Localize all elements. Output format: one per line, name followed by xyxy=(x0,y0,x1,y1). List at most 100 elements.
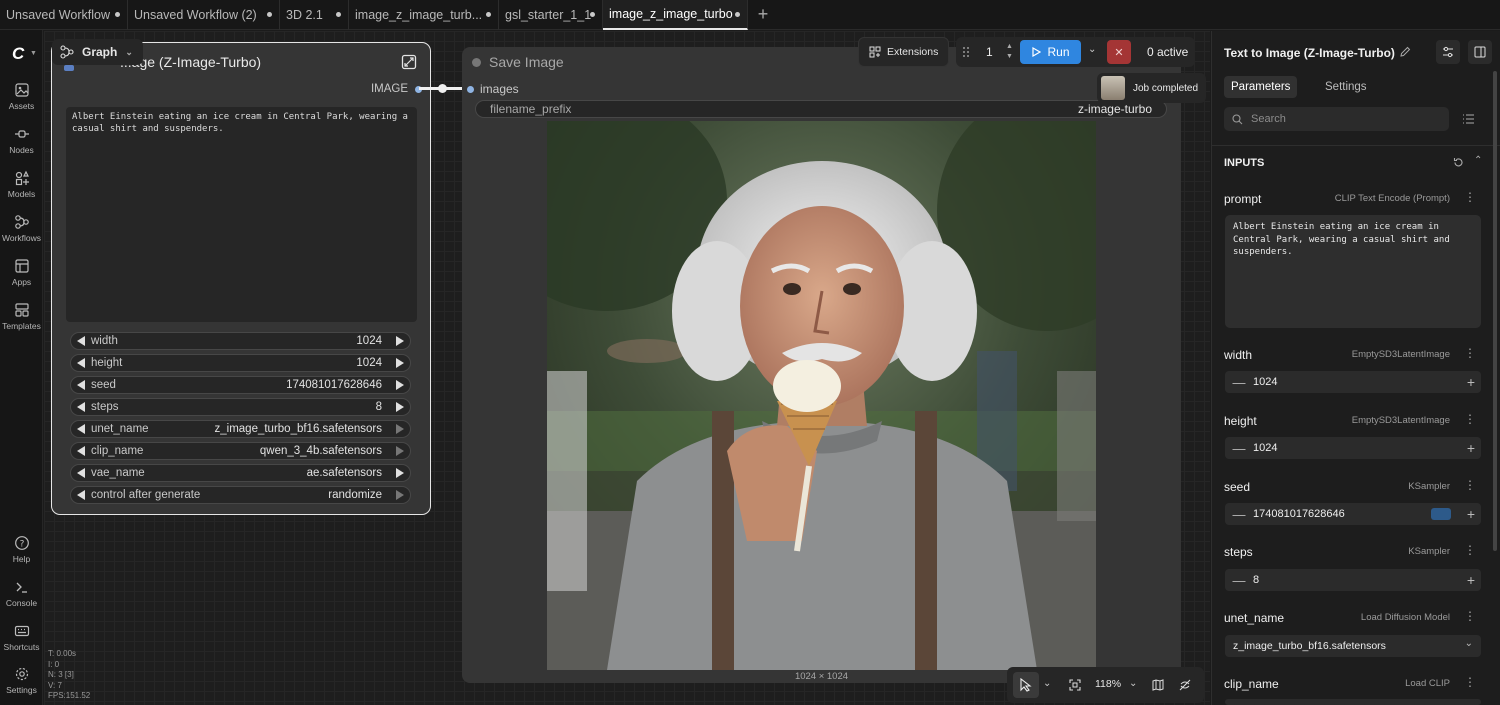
seed-stepper[interactable]: — 174081017628646 + xyxy=(1225,503,1481,525)
increment-arrow-icon[interactable] xyxy=(396,336,404,346)
link-midpoint[interactable] xyxy=(438,84,447,93)
sidebar-item-settings[interactable]: Settings xyxy=(0,666,43,695)
plus-icon[interactable]: + xyxy=(1467,506,1475,522)
steps-stepper[interactable]: — 8 + xyxy=(1225,569,1481,591)
graph-menu-button[interactable]: Graph ⌄ xyxy=(52,39,143,65)
fit-view-icon[interactable] xyxy=(1069,679,1081,691)
drag-handle-icon[interactable] xyxy=(962,46,970,58)
list-filter-icon[interactable] xyxy=(1462,113,1475,125)
height-stepper[interactable]: — 1024 + xyxy=(1225,437,1481,459)
tab-settings[interactable]: Settings xyxy=(1318,76,1374,98)
collapse-dot[interactable] xyxy=(472,58,481,67)
workflow-tab[interactable]: 3D 2.1 xyxy=(280,0,349,30)
minus-icon[interactable]: — xyxy=(1225,573,1253,588)
increment-arrow-icon[interactable] xyxy=(396,402,404,412)
prompt-textarea[interactable]: Albert Einstein eating an ice cream in C… xyxy=(66,107,417,322)
workflow-tab[interactable]: Unsaved Workflow xyxy=(0,0,128,30)
plus-icon[interactable]: + xyxy=(1467,440,1475,456)
workflow-tab[interactable]: Unsaved Workflow (2) xyxy=(128,0,280,30)
seed-widget[interactable]: seed 174081017628646 xyxy=(70,376,411,394)
workflow-tab-active[interactable]: image_z_image_turbo xyxy=(603,0,748,30)
decrement-arrow-icon[interactable] xyxy=(77,358,85,368)
job-completed-toast[interactable]: Job completed xyxy=(1097,73,1207,103)
decrement-arrow-icon[interactable] xyxy=(77,380,85,390)
height-widget[interactable]: height 1024 xyxy=(70,354,411,372)
more-options-icon[interactable]: ⋮ xyxy=(1464,478,1476,492)
save-image-node[interactable]: Save Image images filename_prefix z-imag… xyxy=(462,47,1181,683)
collapse-chevron-icon[interactable]: ⌃ xyxy=(1474,155,1482,166)
previous-arrow-icon[interactable] xyxy=(77,490,85,500)
more-options-icon[interactable]: ⋮ xyxy=(1464,675,1476,689)
text-to-image-node[interactable]: ...age (Z-Image-Turbo) IMAGE Albert Eins… xyxy=(51,42,431,515)
previous-arrow-icon[interactable] xyxy=(77,446,85,456)
vae-name-widget[interactable]: vae_name ae.safetensors xyxy=(70,464,411,482)
next-arrow-icon[interactable] xyxy=(396,468,404,478)
previous-arrow-icon[interactable] xyxy=(77,424,85,434)
comfy-logo[interactable]: C xyxy=(12,44,24,64)
workflow-tab[interactable]: gsl_starter_1_1 xyxy=(499,0,603,30)
minus-icon[interactable]: — xyxy=(1225,375,1253,390)
sidebar-item-templates[interactable]: Templates xyxy=(0,302,43,331)
next-arrow-icon[interactable] xyxy=(396,446,404,456)
tab-parameters[interactable]: Parameters xyxy=(1224,76,1298,98)
minimap-icon[interactable] xyxy=(1152,679,1164,691)
plus-icon[interactable]: + xyxy=(1467,374,1475,390)
increment-arrow-icon[interactable] xyxy=(396,358,404,368)
select-tool-button[interactable] xyxy=(1013,672,1039,698)
link-visibility-icon[interactable] xyxy=(1179,679,1191,691)
next-arrow-icon[interactable] xyxy=(396,424,404,434)
edit-pencil-icon[interactable] xyxy=(1399,46,1411,58)
minus-icon[interactable]: — xyxy=(1225,441,1253,456)
minus-icon[interactable]: — xyxy=(1225,507,1253,522)
workflow-tab[interactable]: image_z_image_turb... xyxy=(349,0,499,30)
run-button[interactable]: Run xyxy=(1020,40,1081,64)
randomize-seed-icon[interactable] xyxy=(1431,508,1451,520)
panel-scrollbar[interactable] xyxy=(1493,71,1497,551)
sidebar-item-help[interactable]: ? Help xyxy=(0,535,43,564)
unet-name-select[interactable]: z_image_turbo_bf16.safetensors ⌄ xyxy=(1225,635,1481,657)
graph-canvas[interactable]: Graph ⌄ ...age (Z-Image-Turbo) IMAGE Alb… xyxy=(44,31,1210,705)
toggle-panel-button[interactable] xyxy=(1468,40,1492,64)
chevron-down-icon[interactable]: ⌄ xyxy=(1043,678,1051,689)
width-widget[interactable]: width 1024 xyxy=(70,332,411,350)
parameter-search-input[interactable]: Search xyxy=(1224,107,1449,131)
input-port[interactable] xyxy=(467,86,474,93)
sidebar-item-models[interactable]: Models xyxy=(0,170,43,199)
clip-name-widget[interactable]: clip_name qwen_3_4b.safetensors xyxy=(70,442,411,460)
steps-widget[interactable]: steps 8 xyxy=(70,398,411,416)
sidebar-item-shortcuts[interactable]: Shortcuts xyxy=(0,623,43,652)
control-after-generate-widget[interactable]: control after generate randomize xyxy=(70,486,411,504)
cancel-button[interactable]: ✕ xyxy=(1107,40,1131,64)
decrement-arrow-icon[interactable] xyxy=(77,402,85,412)
node-settings-button[interactable] xyxy=(1436,40,1460,64)
more-options-icon[interactable]: ⋮ xyxy=(1464,609,1476,623)
chevron-down-icon[interactable]: ⌄ xyxy=(1129,678,1137,689)
next-arrow-icon[interactable] xyxy=(396,490,404,500)
queue-count-input[interactable]: 1 xyxy=(986,45,993,59)
sidebar-item-workflows[interactable]: Workflows xyxy=(0,214,43,243)
run-options-chevron-icon[interactable]: ⌄ xyxy=(1088,44,1096,55)
filename-prefix-widget[interactable]: filename_prefix z-image-turbo xyxy=(475,100,1167,118)
clip-name-select[interactable] xyxy=(1225,699,1481,705)
more-options-icon[interactable]: ⋮ xyxy=(1464,543,1476,557)
expand-icon[interactable] xyxy=(401,54,417,70)
width-stepper[interactable]: — 1024 + xyxy=(1225,371,1481,393)
previous-arrow-icon[interactable] xyxy=(77,468,85,478)
extensions-button[interactable]: Extensions xyxy=(858,37,950,67)
sidebar-item-assets[interactable]: Assets xyxy=(0,82,43,111)
increment-arrow-icon[interactable] xyxy=(396,380,404,390)
more-options-icon[interactable]: ⋮ xyxy=(1464,190,1476,204)
decrement-arrow-icon[interactable] xyxy=(77,336,85,346)
plus-icon[interactable]: + xyxy=(1467,572,1475,588)
prompt-field[interactable]: Albert Einstein eating an ice cream in C… xyxy=(1225,215,1481,328)
zoom-level[interactable]: 118% xyxy=(1095,678,1121,690)
sidebar-item-apps[interactable]: Apps xyxy=(0,258,43,287)
more-options-icon[interactable]: ⋮ xyxy=(1464,412,1476,426)
more-options-icon[interactable]: ⋮ xyxy=(1464,346,1476,360)
generated-image[interactable] xyxy=(547,121,1096,670)
reset-icon[interactable] xyxy=(1453,157,1464,168)
stepper-arrows-icon[interactable]: ▲ ▼ xyxy=(1006,42,1013,62)
sidebar-item-nodes[interactable]: Nodes xyxy=(0,126,43,155)
sidebar-item-console[interactable]: Console xyxy=(0,579,43,608)
new-tab-button[interactable]: + xyxy=(748,0,778,29)
